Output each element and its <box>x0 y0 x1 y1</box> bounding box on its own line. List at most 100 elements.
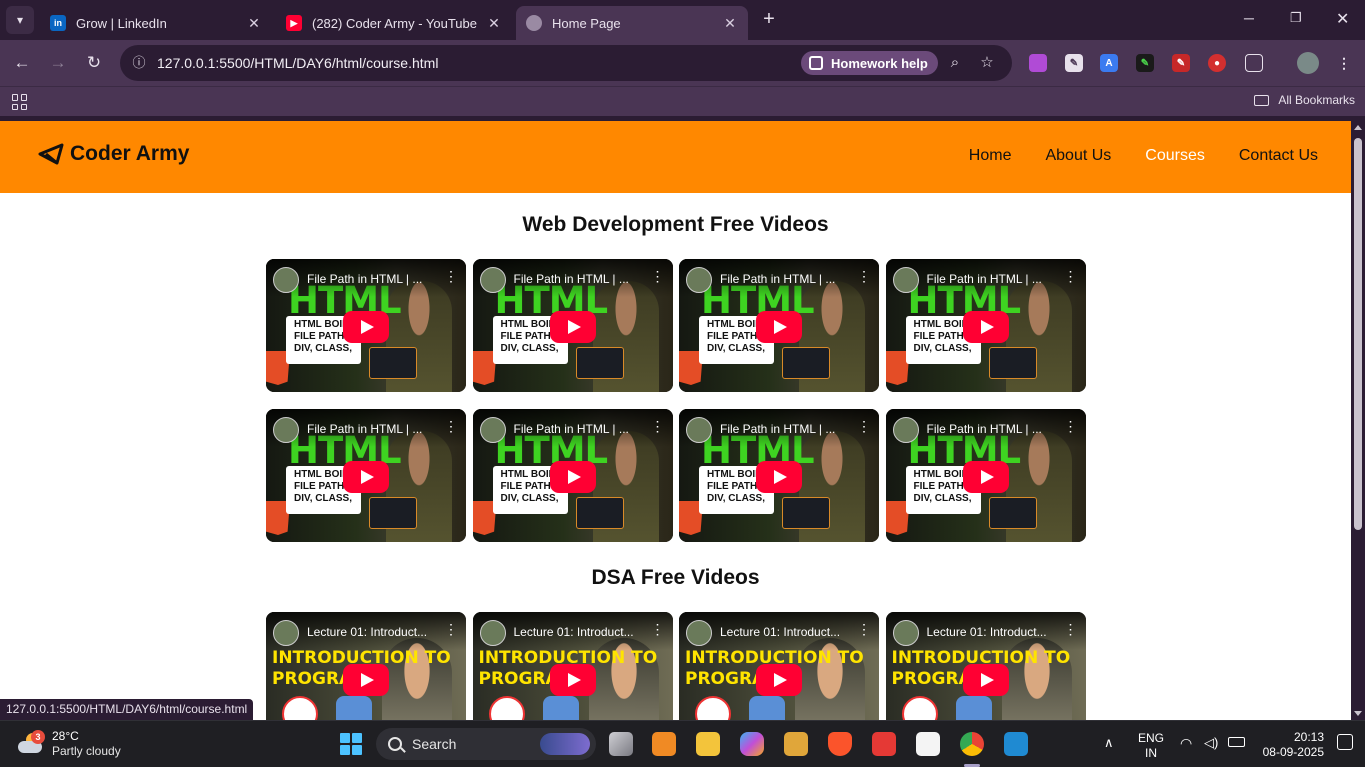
all-bookmarks-button[interactable]: All Bookmarks <box>1254 93 1355 107</box>
more-options-icon[interactable]: ⋮ <box>444 269 458 283</box>
video-title[interactable]: Lecture 01: Introduct... <box>927 625 1055 639</box>
play-button-icon[interactable] <box>549 664 596 696</box>
tab-youtube[interactable]: ▶ (282) Coder Army - YouTube ✕ <box>276 6 512 40</box>
notes-app-icon[interactable] <box>784 732 808 756</box>
video-title[interactable]: File Path in HTML | ... <box>720 272 848 286</box>
video-embed[interactable]: INTRODUCTION TO PROGRA NG Lecture 01: Intr… <box>679 612 879 720</box>
more-options-icon[interactable]: ⋮ <box>444 419 458 433</box>
scroll-up-icon[interactable] <box>1354 125 1362 130</box>
channel-avatar[interactable] <box>892 620 919 646</box>
window-close-icon[interactable]: ✕ <box>1336 9 1349 29</box>
play-button-icon[interactable] <box>549 461 596 493</box>
video-embed[interactable]: HTMLHTML BOILEFILE PATHDIV, CLASS, IDFil… <box>472 259 673 392</box>
more-options-icon[interactable]: ⋮ <box>444 622 458 636</box>
minimize-icon[interactable]: ─ <box>1244 10 1254 26</box>
channel-avatar[interactable] <box>892 417 919 443</box>
back-icon[interactable]: ← <box>11 52 33 74</box>
taskbar-clock[interactable]: 20:13 08-09-2025 <box>1260 730 1324 760</box>
channel-avatar[interactable] <box>273 620 299 646</box>
more-options-icon[interactable]: ⋮ <box>651 419 665 433</box>
close-icon[interactable]: ✕ <box>486 15 502 32</box>
play-button-icon[interactable] <box>962 311 1009 343</box>
video-title[interactable]: Lecture 01: Introduct... <box>720 625 848 639</box>
nav-home[interactable]: Home <box>969 147 1012 165</box>
channel-avatar[interactable] <box>686 267 712 293</box>
copilot-icon[interactable] <box>740 732 764 756</box>
more-options-icon[interactable]: ⋮ <box>1064 622 1078 636</box>
menu-dots-icon[interactable]: ⋮ <box>1335 54 1353 72</box>
chrome-icon[interactable] <box>960 732 984 756</box>
notion-icon[interactable] <box>916 732 940 756</box>
new-tab-button[interactable]: + <box>758 8 780 32</box>
video-title[interactable]: File Path in HTML | ... <box>514 422 642 436</box>
channel-avatar[interactable] <box>686 417 712 443</box>
video-title[interactable]: File Path in HTML | ... <box>307 272 435 286</box>
play-button-icon[interactable] <box>756 461 802 493</box>
zoom-search-icon[interactable]: ⌕ <box>946 54 964 72</box>
extension-icon[interactable]: ✎ <box>1172 54 1190 72</box>
channel-avatar[interactable] <box>479 417 506 443</box>
close-icon[interactable]: ✕ <box>246 15 262 32</box>
task-view-icon[interactable] <box>609 732 633 756</box>
video-embed[interactable]: HTMLHTML BOILEFILE PATHDIV, CLASS, IDFil… <box>679 259 879 392</box>
extension-icon[interactable]: ✎ <box>1065 54 1083 72</box>
wps-office-icon[interactable] <box>872 732 896 756</box>
more-options-icon[interactable]: ⋮ <box>857 419 871 433</box>
scroll-thumb[interactable] <box>1354 138 1362 530</box>
file-explorer-icon[interactable] <box>696 732 720 756</box>
play-button-icon[interactable] <box>549 311 596 343</box>
video-embed[interactable]: HTMLHTML BOILEFILE PATHDIV, CLASS, IDFil… <box>885 259 1086 392</box>
extension-icon[interactable]: ● <box>1208 54 1226 72</box>
video-embed[interactable]: HTMLHTML BOILEFILE PATHDIV, CLASS, IDFil… <box>885 409 1086 542</box>
channel-avatar[interactable] <box>479 267 506 293</box>
more-options-icon[interactable]: ⋮ <box>1064 269 1078 283</box>
homework-help-button[interactable]: Homework help <box>801 51 938 75</box>
forward-icon[interactable]: → <box>47 52 69 74</box>
channel-avatar[interactable] <box>273 267 299 293</box>
site-logo[interactable]: Coder Army <box>38 142 189 166</box>
play-button-icon[interactable] <box>343 311 389 343</box>
video-title[interactable]: File Path in HTML | ... <box>927 272 1055 286</box>
battery-icon[interactable] <box>1228 737 1245 747</box>
video-embed[interactable]: INTRODUCTION TO PROGRA NG Lecture 01: Intr… <box>472 612 673 720</box>
restore-icon[interactable]: ❐ <box>1290 10 1302 26</box>
video-embed[interactable]: HTMLHTML BOILEFILE PATHDIV, CLASS, IDFil… <box>679 409 879 542</box>
more-options-icon[interactable]: ⋮ <box>857 269 871 283</box>
channel-avatar[interactable] <box>892 267 919 293</box>
video-title[interactable]: File Path in HTML | ... <box>514 272 642 286</box>
video-title[interactable]: File Path in HTML | ... <box>720 422 848 436</box>
play-button-icon[interactable] <box>962 461 1009 493</box>
extensions-puzzle-icon[interactable] <box>1245 54 1263 72</box>
wifi-icon[interactable]: ◠ <box>1180 735 1192 752</box>
extension-icon[interactable]: ✎ <box>1136 54 1154 72</box>
tab-linkedin[interactable]: in Grow | LinkedIn ✕ <box>40 6 272 40</box>
site-info-icon[interactable]: ⓘ <box>130 54 148 72</box>
channel-avatar[interactable] <box>479 620 506 646</box>
video-embed[interactable]: INTRODUCTION TO PROGRA NG Lecture 01: Intr… <box>885 612 1086 720</box>
volume-icon[interactable]: ◁) <box>1204 735 1218 751</box>
channel-avatar[interactable] <box>686 620 712 646</box>
video-title[interactable]: File Path in HTML | ... <box>927 422 1055 436</box>
brave-icon[interactable] <box>828 732 852 756</box>
video-embed[interactable]: HTMLHTML BOILEFILE PATHDIV, CLASS, IDFil… <box>266 409 466 542</box>
close-icon[interactable]: ✕ <box>722 15 738 32</box>
tab-home-page[interactable]: Home Page ✕ <box>516 6 748 40</box>
scroll-down-icon[interactable] <box>1354 711 1362 716</box>
channel-avatar[interactable] <box>273 417 299 443</box>
play-button-icon[interactable] <box>343 461 389 493</box>
notification-center-icon[interactable] <box>1337 734 1353 750</box>
video-title[interactable]: Lecture 01: Introduct... <box>514 625 642 639</box>
bookmark-star-icon[interactable]: ☆ <box>978 54 996 72</box>
taskbar-search[interactable]: Search <box>376 728 596 760</box>
address-bar[interactable]: ⓘ 127.0.0.1:5500/HTML/DAY6/html/course.h… <box>120 45 1012 81</box>
url-text[interactable]: 127.0.0.1:5500/HTML/DAY6/html/course.htm… <box>157 55 438 71</box>
video-title[interactable]: Lecture 01: Introduct... <box>307 625 435 639</box>
sublime-text-icon[interactable] <box>652 732 676 756</box>
play-button-icon[interactable] <box>343 664 389 696</box>
more-options-icon[interactable]: ⋮ <box>651 269 665 283</box>
profile-avatar[interactable] <box>1297 52 1319 74</box>
more-options-icon[interactable]: ⋮ <box>651 622 665 636</box>
play-button-icon[interactable] <box>756 664 802 696</box>
tab-search-button[interactable]: ▾ <box>6 6 34 34</box>
extension-icon[interactable]: A <box>1100 54 1118 72</box>
